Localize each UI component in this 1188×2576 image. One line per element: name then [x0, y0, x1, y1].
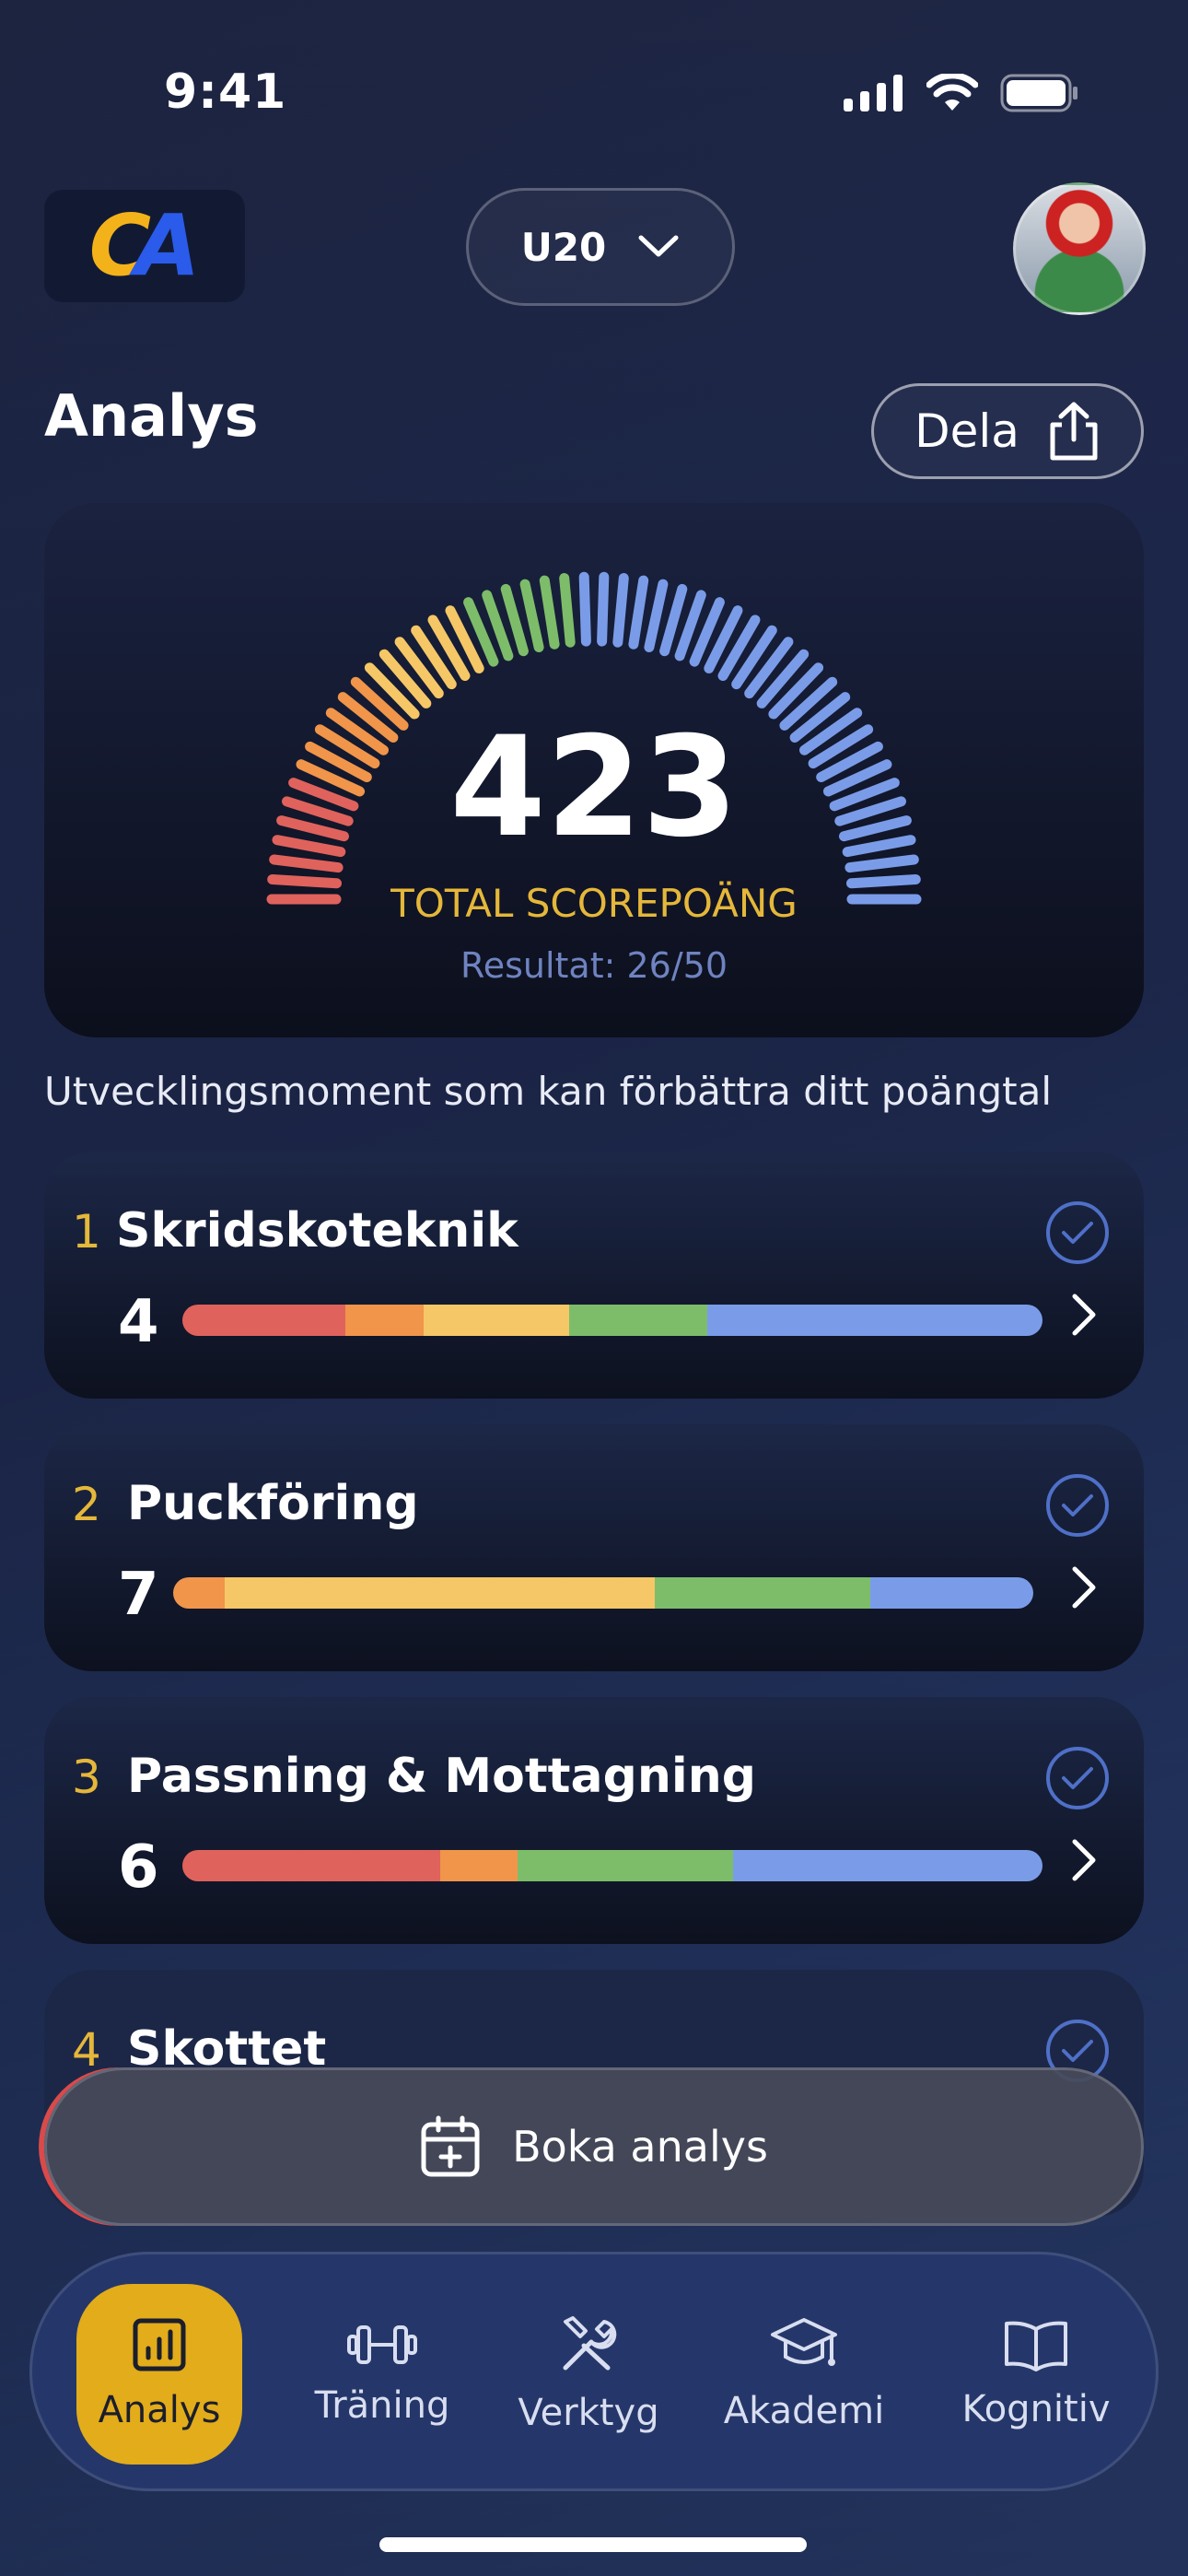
nav-item-akademi[interactable]: Akademi: [721, 2284, 887, 2465]
calendar-add-icon: [421, 2115, 480, 2177]
team-selector[interactable]: U20: [466, 188, 735, 306]
skill-progress-bar: [173, 1577, 1033, 1609]
team-selector-value: U20: [520, 224, 607, 270]
skill-card[interactable]: 3 Passning & Mottagning 6: [44, 1697, 1144, 1944]
skill-card[interactable]: 1 Skridskoteknik 4: [44, 1152, 1144, 1399]
share-button[interactable]: Dela: [871, 383, 1144, 479]
bar-segment: [423, 1305, 570, 1336]
share-icon: [1050, 402, 1098, 461]
gauge-tick: [612, 573, 629, 648]
nav-item-verktyg[interactable]: Verktyg: [506, 2284, 671, 2465]
chart-icon: [133, 2318, 186, 2371]
total-score-value: 423: [449, 708, 739, 868]
bar-segment: [655, 1577, 870, 1609]
gauge-tick: [644, 579, 669, 652]
skill-progress-bar: [182, 1850, 1042, 1881]
home-indicator: [379, 2537, 807, 2552]
gauge-tick: [269, 854, 344, 873]
bar-segment: [182, 1305, 346, 1336]
book-analysis-label: Boka analys: [512, 2122, 768, 2172]
gauge-tick: [628, 575, 649, 650]
bar-segment: [732, 1850, 1042, 1881]
nav-label: Verktyg: [518, 2392, 659, 2434]
bar-segment: [173, 1577, 226, 1609]
chevron-right-icon[interactable]: [1070, 1292, 1098, 1338]
status-icons: [844, 74, 1079, 112]
bar-segment: [706, 1305, 1042, 1336]
gauge-tick: [519, 579, 544, 652]
gauge-tick: [578, 571, 591, 647]
check-circle-icon[interactable]: [1046, 1474, 1109, 1537]
bar-segment: [225, 1577, 656, 1609]
nav-item-kognitiv[interactable]: Kognitiv: [953, 2284, 1119, 2465]
bar-segment: [518, 1850, 733, 1881]
total-score-label: TOTAL SCOREPOÄNG: [390, 881, 798, 926]
skill-score: 7: [118, 1561, 159, 1629]
gauge-tick: [597, 571, 610, 647]
graduation-cap-icon: [771, 2318, 837, 2366]
bar-segment: [440, 1850, 518, 1881]
gauge-tick: [559, 573, 576, 648]
nav-label: Akademi: [723, 2390, 885, 2432]
skill-score: 6: [118, 1833, 159, 1902]
nav-label: Träning: [314, 2384, 450, 2427]
nav-label: Kognitiv: [961, 2388, 1111, 2430]
wifi-icon: [926, 74, 978, 111]
bar-segment: [182, 1850, 441, 1881]
chevron-down-icon: [638, 235, 679, 257]
score-result: Resultat: 26/50: [460, 945, 728, 986]
share-label: Dela: [914, 404, 1019, 458]
signal-icon: [844, 75, 903, 111]
nav-label: Analys: [98, 2389, 221, 2431]
score-card: 423 TOTAL SCOREPOÄNG Resultat: 26/50: [44, 503, 1144, 1037]
status-bar: 9:41: [0, 0, 1188, 184]
gauge-tick: [844, 854, 919, 873]
check-circle-icon[interactable]: [1046, 1201, 1109, 1264]
gauge-tick: [539, 575, 560, 650]
skill-rank: 4: [72, 2023, 101, 2077]
status-time: 9:41: [164, 64, 287, 120]
nav-item-analys[interactable]: Analys: [76, 2284, 242, 2465]
nav-item-traning[interactable]: Träning: [299, 2284, 465, 2465]
skill-score: 4: [118, 1288, 159, 1356]
book-icon: [1005, 2321, 1067, 2371]
skill-rank: 2: [72, 1478, 101, 1531]
skill-name: Skridskoteknik: [116, 1203, 518, 1259]
logo-letter-a: A: [134, 196, 201, 295]
check-circle-icon[interactable]: [1046, 1747, 1109, 1809]
bar-segment: [345, 1305, 424, 1336]
skill-progress-bar: [182, 1305, 1042, 1336]
skill-rank: 1: [72, 1205, 101, 1259]
bar-segment: [869, 1577, 1033, 1609]
section-subtitle: Utvecklingsmoment som kan förbättra ditt…: [44, 1069, 1053, 1114]
skill-card[interactable]: 2 Puckföring 7: [44, 1424, 1144, 1671]
bottom-nav: Analys Träning Verktyg Akademi Kognitiv: [29, 2252, 1159, 2491]
book-analysis-button[interactable]: Boka analys: [44, 2067, 1144, 2226]
chevron-right-icon[interactable]: [1070, 1837, 1098, 1883]
skill-name: Puckföring: [127, 1476, 419, 1531]
chevron-right-icon[interactable]: [1070, 1564, 1098, 1610]
skill-name: Passning & Mottagning: [127, 1749, 756, 1804]
skill-rank: 3: [72, 1751, 101, 1804]
app-logo[interactable]: C A: [44, 190, 245, 302]
dumbbell-icon: [347, 2325, 417, 2364]
tools-icon: [563, 2316, 617, 2371]
battery-icon: [1000, 74, 1077, 112]
page-title: Analys: [44, 382, 259, 450]
bar-segment: [569, 1305, 707, 1336]
avatar[interactable]: [1013, 182, 1146, 315]
